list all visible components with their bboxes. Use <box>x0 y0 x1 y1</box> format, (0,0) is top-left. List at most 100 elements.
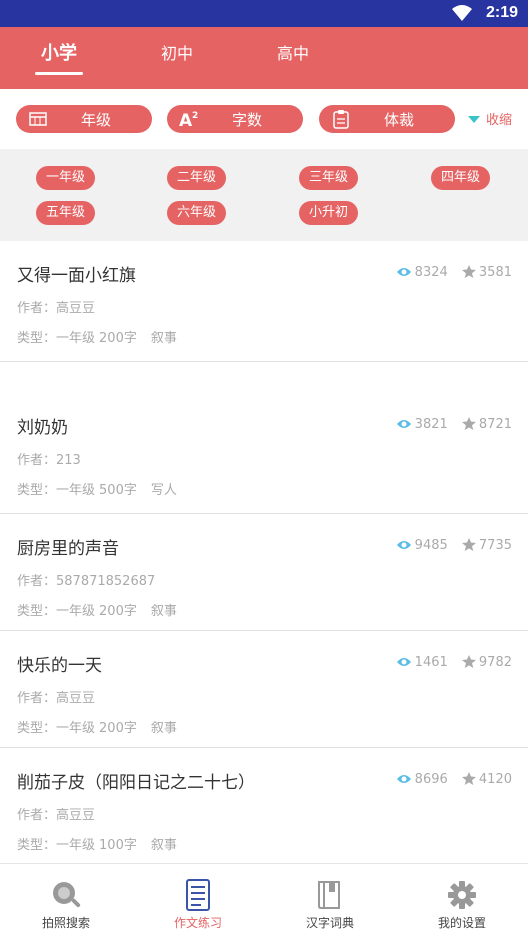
list-item[interactable]: 削茄子皮（阳阳日记之二十七） 8696 4120 作者：高豆豆 类型：一年级 10… <box>0 748 528 863</box>
article-words: 200字 <box>99 721 137 736</box>
nav-label: 作文练习 <box>173 916 222 930</box>
grade-chip-7[interactable]: 小升初 <box>299 201 359 225</box>
eye-icon <box>396 268 411 276</box>
nav-photo-search[interactable]: 拍照搜索 <box>0 864 132 939</box>
wordcount-filter-label: 字数 <box>231 111 262 129</box>
status-bar: 2:19 <box>0 0 528 27</box>
gear-icon <box>445 878 479 912</box>
list-item[interactable]: 又得一面小红旗 8324 3581 作者：高豆豆 类型：一年级 200字 叙事 <box>0 241 528 362</box>
filter-row: 年级 A2 字数 体裁 收缩 <box>0 89 528 149</box>
article-author: 作者：587871852687 <box>17 574 156 589</box>
type-label: 类型： <box>17 838 57 853</box>
wifi-icon <box>452 5 472 25</box>
article-meta: 类型：一年级 200字 叙事 <box>17 600 191 619</box>
view-count: 1461 <box>414 655 448 670</box>
grade-chip-panel: 一年级 二年级 三年级 四年级 五年级 六年级 小升初 <box>0 149 528 241</box>
article-author: 作者：高豆豆 <box>17 808 96 823</box>
article-meta: 类型：一年级 500字 写人 <box>17 479 191 498</box>
star-count: 8721 <box>478 417 512 432</box>
tab-junior[interactable]: 初中 <box>150 27 204 89</box>
view-count: 8696 <box>414 772 448 787</box>
article-title: 快乐的一天 <box>17 656 102 676</box>
star-icon <box>461 265 476 278</box>
star-count: 4120 <box>478 772 512 787</box>
article-words: 200字 <box>99 331 137 346</box>
level-tab-bar: 小学 初中 高中 <box>0 27 528 89</box>
nav-label: 汉字词典 <box>305 916 354 930</box>
article-grade: 一年级 <box>56 838 96 853</box>
article-meta: 类型：一年级 200字 叙事 <box>17 327 191 346</box>
grade-chip-4[interactable]: 四年级 <box>431 166 491 190</box>
tab-label: 高中 <box>276 44 309 63</box>
eye-icon <box>396 658 411 666</box>
type-label: 类型： <box>17 604 57 619</box>
grade-chip-2[interactable]: 二年级 <box>167 166 227 190</box>
article-title: 又得一面小红旗 <box>17 266 136 286</box>
star-count: 9782 <box>478 655 512 670</box>
article-meta: 类型：一年级 100字 叙事 <box>17 834 191 853</box>
wordcount-filter-button[interactable]: A2 字数 <box>167 105 303 133</box>
type-label: 类型： <box>17 331 57 346</box>
type-label: 类型： <box>17 483 57 498</box>
star-count: 7735 <box>478 538 512 553</box>
article-stats: 8324 3581 <box>386 265 512 280</box>
tab-primary[interactable]: 小学 <box>30 27 88 89</box>
article-genre: 叙事 <box>150 838 177 853</box>
article-grade: 一年级 <box>56 483 96 498</box>
article-words: 100字 <box>99 838 137 853</box>
article-words: 200字 <box>99 604 137 619</box>
grade-chip-1[interactable]: 一年级 <box>36 166 96 190</box>
star-icon <box>461 538 476 551</box>
tab-label: 初中 <box>160 44 193 63</box>
star-icon <box>461 772 476 785</box>
article-grade: 一年级 <box>56 604 96 619</box>
status-time: 2:19 <box>485 4 518 21</box>
document-list-icon <box>181 878 215 912</box>
article-title: 刘奶奶 <box>17 418 68 438</box>
view-count: 3821 <box>414 417 448 432</box>
nav-essay-practice[interactable]: 作文练习 <box>132 864 264 939</box>
grade-filter-button[interactable]: 年级 <box>16 105 152 133</box>
genre-filter-label: 体裁 <box>383 111 414 129</box>
article-grade: 一年级 <box>56 721 96 736</box>
camera-search-icon <box>49 878 83 912</box>
article-words: 500字 <box>99 483 137 498</box>
collapse-label: 收缩 <box>485 113 512 128</box>
article-genre: 叙事 <box>150 604 177 619</box>
article-stats: 9485 7735 <box>386 538 512 553</box>
star-icon <box>461 417 476 430</box>
genre-filter-button[interactable]: 体裁 <box>319 105 455 133</box>
eye-icon <box>396 541 411 549</box>
dictionary-book-icon <box>313 878 347 912</box>
star-count: 3581 <box>478 265 512 280</box>
nav-label: 拍照搜索 <box>41 916 90 930</box>
article-genre: 叙事 <box>150 721 177 736</box>
type-label: 类型： <box>17 721 57 736</box>
list-item[interactable]: 快乐的一天 1461 9782 作者：高豆豆 类型：一年级 200字 叙事 <box>0 631 528 748</box>
article-meta: 类型：一年级 200字 叙事 <box>17 717 191 736</box>
list-gap <box>0 363 528 393</box>
nav-settings[interactable]: 我的设置 <box>396 864 528 939</box>
article-title: 削茄子皮（阳阳日记之二十七） <box>17 773 255 793</box>
nav-label: 我的设置 <box>437 916 486 930</box>
list-item[interactable]: 刘奶奶 3821 8721 作者：213 类型：一年级 500字 写人 <box>0 393 528 514</box>
article-author: 作者：高豆豆 <box>17 301 96 316</box>
nav-dictionary[interactable]: 汉字词典 <box>264 864 396 939</box>
active-tab-indicator <box>35 72 83 75</box>
article-grade: 一年级 <box>56 331 96 346</box>
collapse-button[interactable]: 收缩 <box>467 109 512 128</box>
tab-senior[interactable]: 高中 <box>266 27 320 89</box>
article-genre: 叙事 <box>150 331 177 346</box>
grade-chip-3[interactable]: 三年级 <box>299 166 359 190</box>
article-stats: 3821 8721 <box>386 417 512 432</box>
view-count: 8324 <box>414 265 448 280</box>
grade-chip-5[interactable]: 五年级 <box>36 201 96 225</box>
eye-icon <box>396 775 411 783</box>
article-genre: 写人 <box>150 483 177 498</box>
grade-chip-6[interactable]: 六年级 <box>167 201 227 225</box>
list-item[interactable]: 厨房里的声音 9485 7735 作者：587871852687 类型：一年级 2… <box>0 514 528 631</box>
article-author: 作者：高豆豆 <box>17 691 96 706</box>
view-count: 9485 <box>414 538 448 553</box>
triangle-down-icon <box>467 116 480 123</box>
article-title: 厨房里的声音 <box>17 539 119 559</box>
